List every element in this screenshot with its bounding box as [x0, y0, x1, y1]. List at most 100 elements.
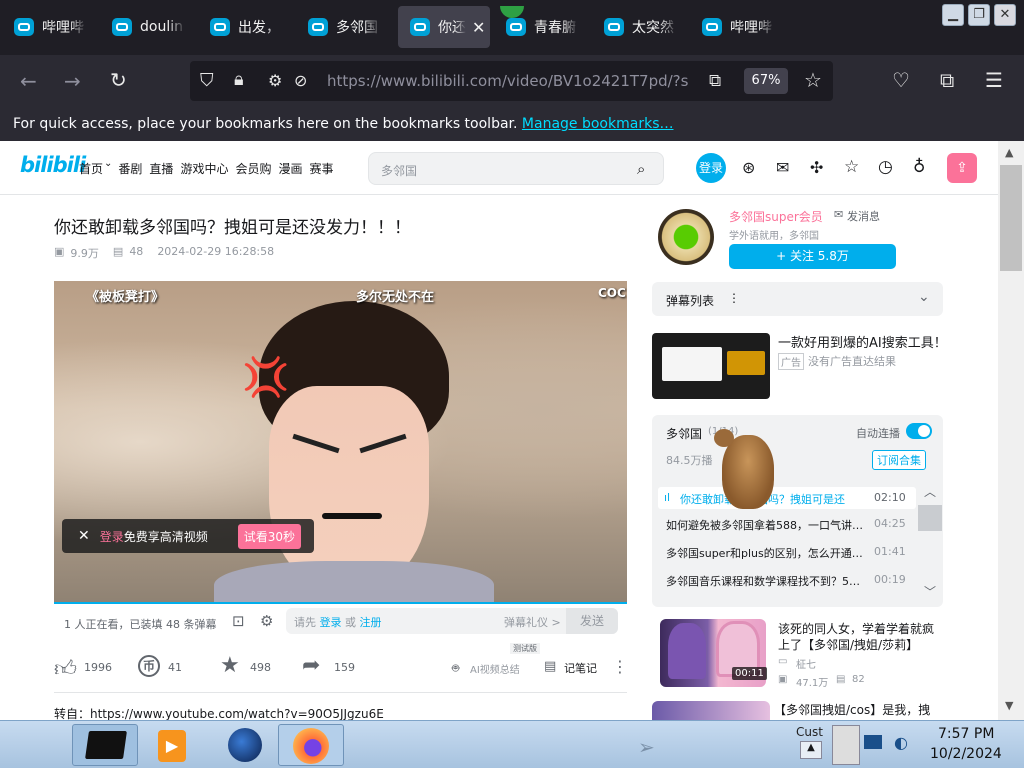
back-icon[interactable]: ← — [20, 71, 37, 91]
scroll-down-arrow-icon[interactable]: ▼ — [1005, 699, 1013, 712]
clock-date[interactable]: 10/2/2024 — [930, 746, 1002, 762]
playlist-item[interactable]: 多邻国音乐课程和数学课程找不到？5… 00:19 — [664, 571, 916, 591]
notes-icon[interactable]: ▤ — [544, 659, 556, 674]
send-message-link[interactable]: 发消息 — [847, 208, 880, 224]
danmaku-register-link[interactable]: 注册 — [360, 616, 382, 629]
search-input[interactable]: 多邻国 — [381, 162, 417, 179]
nav-bangumi[interactable]: 番剧 — [118, 160, 142, 177]
playlist-item-active[interactable]: ıl 你还敢卸载多邻国吗？拽姐可是还 02:10 — [658, 487, 916, 509]
chevron-down-icon[interactable]: ⌄ — [918, 289, 930, 305]
taskbar-app-monitor[interactable] — [72, 724, 138, 766]
search-icon[interactable]: ⌕ — [637, 160, 645, 178]
network-icon[interactable] — [864, 735, 882, 749]
ad-title[interactable]: 一款好用到爆的AI搜索工具！ — [778, 332, 947, 351]
autoplay-blocked-icon[interactable]: ⊘ — [294, 71, 307, 91]
show-hidden-icons[interactable]: ▲ — [800, 741, 822, 759]
creator-icon[interactable]: ♁ — [913, 157, 925, 177]
pocket-icon[interactable]: ♡ — [892, 70, 910, 90]
zoom-level[interactable]: 67% — [744, 68, 788, 94]
close-tip-icon[interactable]: ✕ — [78, 528, 90, 544]
nav-live[interactable]: 直播 — [149, 160, 173, 177]
playlist-item[interactable]: 多邻国super和plus的区别，怎么开通… 01:41 — [664, 543, 916, 563]
rec-video-2-thumbnail[interactable] — [652, 701, 770, 720]
bookmark-star-icon[interactable]: ☆ — [804, 70, 822, 90]
url-text[interactable]: https://www.bilibili.com/video/BV1o2421T… — [327, 72, 700, 90]
danmaku-list-panel[interactable]: 弹幕列表 ⋮ ⌄ — [652, 282, 943, 316]
upload-button[interactable]: ⇪ — [947, 153, 977, 183]
danmaku-options-icon[interactable]: ⋮ — [728, 291, 740, 305]
taskbar-app-firefox[interactable] — [278, 724, 344, 766]
rec-video-1-thumbnail[interactable]: 00:11 — [660, 619, 767, 687]
nav-esports[interactable]: 赛事 — [309, 160, 333, 177]
volume-icon[interactable]: ◐ — [894, 733, 908, 752]
nav-manga[interactable]: 漫画 — [278, 160, 302, 177]
menu-icon[interactable]: ☰ — [985, 70, 1003, 90]
login-tip-link[interactable]: 登录 — [100, 528, 124, 545]
message-icon[interactable]: ✉ — [776, 158, 789, 177]
forward-icon[interactable]: → — [64, 71, 81, 91]
more-icon[interactable]: ⋮ — [612, 657, 628, 676]
playlist-scrollbar[interactable] — [918, 505, 942, 531]
video-player[interactable]: 💢 《被板凳打》 多尔无处不在 COC ✕ 登录 免费享高清视频 试看30秒 — [54, 281, 627, 603]
clock-time[interactable]: 7:57 PM — [938, 726, 994, 742]
favorites-icon[interactable]: ☆ — [844, 157, 859, 177]
trial-button[interactable]: 试看30秒 — [237, 523, 302, 549]
restore-button[interactable]: ❐ — [968, 4, 990, 26]
ai-robot-icon[interactable]: 🤖︎ — [452, 660, 459, 677]
coin-icon[interactable]: 币 — [138, 655, 160, 677]
tab-5-active[interactable]: 你还 ✕ — [398, 6, 490, 48]
lock-icon[interactable]: 🔒︎ — [234, 70, 244, 90]
page-scrollbar[interactable]: ▲ ▼ — [998, 141, 1024, 720]
scroll-down-icon[interactable]: ﹀ — [924, 583, 936, 600]
favorite-icon[interactable]: ★ — [220, 653, 240, 678]
rec-video-2-title[interactable]: 【多邻国拽姐/cos】是我，拽 — [774, 701, 930, 718]
tab-3[interactable]: 出发， — [198, 6, 294, 48]
tab-7[interactable]: 太突然 — [592, 6, 688, 48]
ad-thumbnail[interactable] — [652, 333, 770, 399]
url-bar[interactable]: ⛉ 🔒︎ ⚙ ⊘ https://www.bilibili.com/video/… — [190, 61, 833, 101]
bilibili-logo[interactable]: bilibili — [20, 153, 86, 177]
uploader-avatar[interactable] — [658, 209, 714, 265]
tray-app-icon[interactable] — [832, 725, 860, 765]
shield-icon[interactable]: ⛉ — [200, 71, 214, 91]
follow-button[interactable]: + 关注 5.8万 — [729, 244, 896, 269]
reload-icon[interactable]: ↻ — [110, 70, 127, 90]
send-message-icon[interactable]: ✉ — [834, 208, 843, 221]
vip-icon[interactable]: ⊛ — [742, 158, 755, 177]
permissions-icon[interactable]: ⚙ — [268, 71, 282, 91]
share-icon[interactable]: ➦ — [302, 653, 320, 678]
playlist-item[interactable]: 如何避免被多邻国拿着588，一口气讲… 04:25 — [664, 515, 916, 535]
subscribe-collection-button[interactable]: 订阅合集 — [872, 450, 926, 470]
taskbar-app-globe[interactable] — [212, 724, 278, 766]
send-danmaku-button[interactable]: 发送 — [566, 608, 618, 634]
extensions-icon[interactable]: ⧉ — [940, 70, 954, 90]
rec-video-1-title[interactable]: 该死的同人女，学着学着就疯上了【多邻国/拽姐/莎莉】 — [778, 621, 943, 653]
close-window-button[interactable]: ✕ — [994, 4, 1016, 26]
manage-bookmarks-link[interactable]: Manage bookmarks… — [522, 116, 674, 132]
history-icon[interactable]: ◷ — [878, 157, 893, 177]
uploader-name[interactable]: 多邻国super会员 — [729, 208, 823, 225]
tab-8[interactable]: 哔哩哔 — [690, 6, 786, 48]
tab-1[interactable]: 哔哩哔 — [2, 6, 98, 48]
search-box[interactable]: 多邻国 ⌕ — [368, 152, 664, 185]
tab-4[interactable]: 多邻国 — [296, 6, 392, 48]
ai-summary-button[interactable]: AI视频总结 — [470, 661, 520, 676]
nav-game-center[interactable]: 游戏中心 — [180, 160, 228, 177]
nav-home[interactable]: 首页 — [79, 160, 103, 177]
login-button[interactable]: 登录 — [696, 153, 726, 183]
danmaku-settings-icon[interactable]: ⚙ — [260, 612, 273, 630]
scroll-up-icon[interactable]: ︿ — [924, 483, 936, 500]
tab-2[interactable]: doulin — [100, 6, 196, 48]
notes-button[interactable]: 记笔记 — [564, 660, 597, 676]
danmaku-etiquette-link[interactable]: 弹幕礼仪 > — [504, 614, 561, 630]
danmaku-toggle-icon[interactable]: ⊡ — [232, 612, 245, 630]
nav-mall[interactable]: 会员购 — [235, 160, 271, 177]
dynamic-icon[interactable]: ✣ — [810, 158, 823, 177]
taskbar-app-media[interactable]: ▶ — [140, 724, 206, 766]
danmaku-login-link[interactable]: 登录 — [320, 616, 342, 629]
like-icon[interactable]: 👍︎ — [54, 655, 77, 682]
picture-in-picture-icon[interactable]: ⧉ — [709, 71, 721, 91]
minimize-button[interactable]: ▁ — [942, 4, 964, 26]
paper-plane-icon[interactable]: ➢ — [638, 735, 655, 759]
rec-video-1-author[interactable]: 柾七 — [796, 656, 816, 671]
